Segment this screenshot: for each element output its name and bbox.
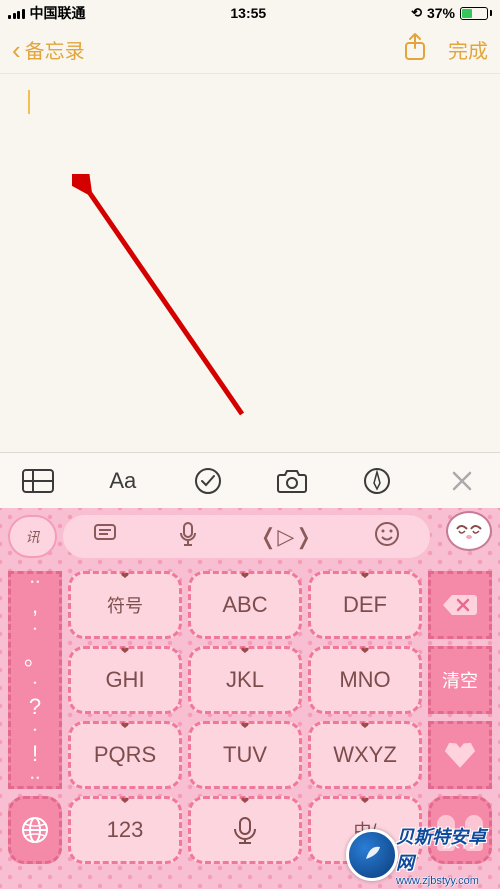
- expand-icon[interactable]: ❬▷❭: [259, 524, 313, 550]
- watermark-logo-icon: [346, 829, 398, 881]
- annotation-arrow: [72, 174, 262, 434]
- table-button[interactable]: [18, 461, 58, 501]
- backspace-key[interactable]: [428, 571, 492, 639]
- question-key-label: ?: [29, 694, 41, 720]
- close-icon: [450, 469, 474, 493]
- key-jkl[interactable]: JKL: [188, 646, 302, 714]
- battery-icon: [460, 7, 492, 20]
- symbols-key[interactable]: 符号: [68, 571, 182, 639]
- ime-keyboard: 讯 ❬▷❭ • • , • 。 • ? • !: [0, 508, 500, 889]
- clear-key[interactable]: 清空: [428, 646, 492, 714]
- emoji-icon[interactable]: [374, 521, 400, 552]
- heart-icon: [442, 739, 478, 771]
- notes-format-toolbar: Aa: [0, 452, 500, 508]
- key-def[interactable]: DEF: [308, 571, 422, 639]
- key-ghi[interactable]: GHI: [68, 646, 182, 714]
- key-tuv[interactable]: TUV: [188, 721, 302, 789]
- key-123[interactable]: 123: [68, 796, 182, 864]
- punctuation-column[interactable]: • • , • 。 • ? • ! • •: [8, 571, 62, 789]
- key-mno[interactable]: MNO: [308, 646, 422, 714]
- format-button[interactable]: Aa: [103, 461, 143, 501]
- watermark-site-name: 贝斯特安卓网: [396, 823, 492, 875]
- ime-logo-button[interactable]: 讯: [8, 515, 57, 558]
- status-bar: 中国联通 13:55 ⟲ 37%: [0, 0, 500, 26]
- cellular-signal-icon: [8, 8, 25, 19]
- candidate-bar: 讯 ❬▷❭: [0, 508, 500, 565]
- text-cursor: [28, 90, 30, 114]
- rotation-lock-icon: ⟲: [411, 5, 422, 21]
- heart-key[interactable]: [428, 721, 492, 789]
- clock-time: 13:55: [230, 5, 266, 21]
- key-wxyz[interactable]: WXYZ: [308, 721, 422, 789]
- pen-circle-icon: [363, 467, 391, 495]
- key-pqrs[interactable]: PQRS: [68, 721, 182, 789]
- dismiss-keyboard-button[interactable]: [442, 461, 482, 501]
- checklist-button[interactable]: [188, 461, 228, 501]
- messages-icon[interactable]: [93, 523, 117, 550]
- mic-key-icon: [228, 815, 262, 845]
- mic-icon[interactable]: [178, 521, 198, 552]
- battery-percent: 37%: [427, 5, 455, 21]
- globe-icon: [20, 815, 50, 845]
- done-button[interactable]: 完成: [448, 35, 488, 64]
- mascot-button[interactable]: [436, 511, 492, 563]
- period-key-label: 。: [24, 640, 46, 672]
- camera-icon: [276, 468, 308, 494]
- key-abc[interactable]: ABC: [188, 571, 302, 639]
- checkmark-circle-icon: [194, 467, 222, 495]
- carrier-label: 中国联通: [30, 3, 86, 23]
- note-content-area[interactable]: [0, 74, 500, 452]
- share-icon: [402, 32, 428, 62]
- markup-button[interactable]: [357, 461, 397, 501]
- mascot-face-icon: [451, 517, 487, 545]
- chevron-left-icon: ‹: [12, 37, 21, 63]
- camera-button[interactable]: [272, 461, 312, 501]
- share-button[interactable]: [402, 32, 428, 67]
- candidate-toolbar: ❬▷❭: [63, 515, 430, 558]
- globe-key[interactable]: [8, 796, 62, 864]
- watermark: 贝斯特安卓网 www.zjbstyy.com: [346, 825, 496, 885]
- back-button-label: 备忘录: [25, 35, 85, 64]
- back-button[interactable]: ‹ 备忘录: [12, 35, 85, 64]
- table-icon: [22, 469, 54, 493]
- navigation-bar: ‹ 备忘录 完成: [0, 26, 500, 74]
- backspace-icon: [442, 592, 478, 618]
- comma-key-label: ,: [32, 593, 38, 619]
- watermark-url: www.zjbstyy.com: [396, 875, 492, 887]
- space-key[interactable]: [188, 796, 302, 864]
- exclaim-key-label: !: [32, 741, 38, 767]
